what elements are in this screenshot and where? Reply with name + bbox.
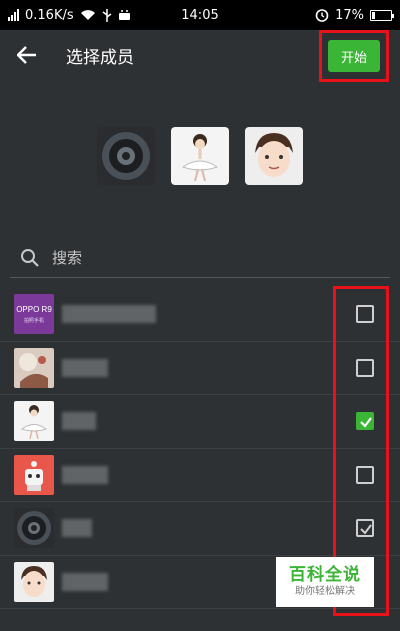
- selected-avatar-speaker[interactable]: [97, 127, 155, 185]
- contact-name-blurred: [62, 305, 156, 324]
- avatar-ballerina: [14, 401, 54, 442]
- checkbox-4[interactable]: [356, 465, 374, 484]
- watermark-logo: 百科全说 助你轻松解决: [276, 557, 374, 607]
- usb-icon: [102, 8, 112, 22]
- checkmark-icon: [360, 524, 372, 535]
- checkbox-2[interactable]: [356, 358, 374, 377]
- watermark-sub-text: 助你轻松解决: [295, 586, 355, 597]
- contact-name-blurred: [62, 412, 96, 431]
- selected-members: [0, 127, 400, 185]
- avatar-illustration: [14, 347, 54, 388]
- page-title: 选择成员: [66, 47, 134, 68]
- selected-avatar-ballerina[interactable]: [171, 127, 229, 185]
- alarm-icon: [315, 9, 329, 22]
- contact-name-blurred: [62, 358, 108, 377]
- signal-icon: [8, 9, 19, 21]
- back-button[interactable]: [0, 30, 54, 80]
- clock: 14:05: [181, 7, 219, 23]
- title-bar: 选择成员 开始: [0, 30, 400, 82]
- contact-row-4[interactable]: [0, 449, 400, 502]
- checkbox-3-checked[interactable]: [356, 412, 374, 431]
- avatar-robot: [14, 454, 54, 495]
- avatar-boy: [14, 561, 54, 602]
- avatar-oppo-r9: OPPO R9 拍照手机: [14, 294, 54, 335]
- svg-text:OPPO R9: OPPO R9: [16, 305, 52, 314]
- start-button-highlight: 开始: [319, 30, 389, 82]
- search-icon: [21, 248, 39, 267]
- selected-avatar-boy[interactable]: [245, 127, 303, 185]
- search-bar[interactable]: [10, 238, 390, 278]
- android-icon: [118, 10, 130, 20]
- svg-text:拍照手机: 拍照手机: [24, 317, 44, 324]
- contact-row-3[interactable]: [0, 395, 400, 449]
- battery-icon: [370, 9, 394, 21]
- contact-name-blurred: [62, 572, 108, 591]
- avatar-speaker: [14, 508, 54, 549]
- checkbox-5-checked[interactable]: [356, 519, 374, 538]
- network-speed: 0.16K/s: [25, 7, 74, 23]
- contact-name-blurred: [62, 519, 92, 538]
- contact-row-2[interactable]: [0, 342, 400, 395]
- watermark-main-text: 百科全说: [289, 565, 361, 585]
- start-button[interactable]: 开始: [328, 40, 380, 72]
- checkbox-1[interactable]: [356, 305, 374, 324]
- status-bar: 0.16K/s 14:05 17%: [0, 0, 400, 30]
- contact-row-5[interactable]: [0, 502, 400, 556]
- wifi-icon: [80, 10, 95, 20]
- contact-name-blurred: [62, 465, 108, 484]
- checkmark-icon: [360, 417, 372, 428]
- battery-text: 17%: [335, 7, 364, 23]
- arrow-left-icon: [17, 46, 36, 64]
- contact-row-1[interactable]: OPPO R9 拍照手机: [0, 288, 400, 342]
- search-input[interactable]: [52, 248, 352, 267]
